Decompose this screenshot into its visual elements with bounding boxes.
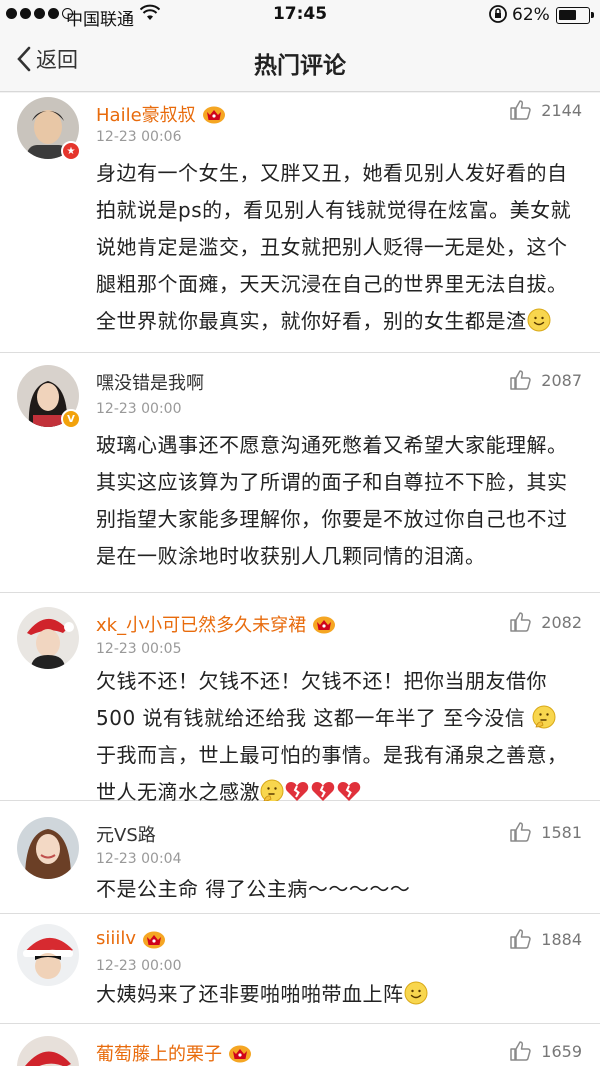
comment-text-body: 身边有一个女生，又胖又丑，她看见别人发好看的自拍就说是ps的，看见别人有钱就觉得… (96, 161, 572, 333)
nav-bar: 返回 热门评论 (0, 30, 600, 92)
thumbs-up-icon (509, 611, 533, 633)
avatar[interactable] (17, 1036, 79, 1066)
comment-item: 元VS路 12-23 00:04 1581 不是公主命 得了公主病～～～～～ (0, 801, 600, 914)
like-button[interactable]: 2087 (509, 369, 582, 391)
vip-crown-icon (202, 104, 226, 124)
verified-badge-icon: V (61, 409, 81, 429)
like-button[interactable]: 1884 (509, 928, 582, 950)
verified-badge-icon: ★ (61, 141, 81, 161)
thumbs-up-icon (509, 1040, 533, 1062)
thumbs-up-icon (509, 928, 533, 950)
comment-text: 身边有一个女生，又胖又丑，她看见别人发好看的自拍就说是ps的，看见别人有钱就觉得… (96, 155, 582, 340)
username-text: 嘿没错是我啊 (96, 373, 204, 394)
like-button[interactable]: 2144 (509, 99, 582, 121)
broken-heart-icon (284, 779, 310, 803)
like-button[interactable]: 2082 (509, 611, 582, 633)
battery-percent: 62% (512, 5, 550, 25)
thinking-emoji-icon (532, 705, 556, 729)
comment-date: 12-23 00:00 (96, 958, 182, 974)
vip-crown-icon (228, 1043, 252, 1063)
like-count: 2087 (541, 370, 582, 390)
comment-text: 大姨妈来了还非要啪啪啪带血上阵 (96, 976, 582, 1013)
like-button[interactable]: 1581 (509, 821, 582, 843)
comment-date: 12-23 00:06 (96, 129, 182, 145)
comment-item: 葡萄藤上的栗子 1659 (0, 1024, 600, 1066)
avatar[interactable] (17, 607, 79, 669)
username[interactable]: xk_小小可已然多久未穿裙 (96, 611, 336, 637)
username[interactable]: 元VS路 (96, 821, 156, 847)
username-text: xk_小小可已然多久未穿裙 (96, 615, 307, 636)
like-count: 2082 (541, 612, 582, 632)
thumbs-up-icon (509, 369, 533, 391)
like-count: 1884 (541, 929, 582, 949)
thumbs-up-icon (509, 99, 533, 121)
avatar[interactable] (17, 924, 79, 986)
comment-item: ★ Haile豪叔叔 12-23 00:06 2144 身边有一个女生，又胖又丑… (0, 93, 600, 353)
comment-text: 玻璃心遇事还不愿意沟通死憋着又希望大家能理解。其实这应该算为了所谓的面子和自尊拉… (96, 433, 568, 568)
vip-crown-icon (312, 614, 336, 634)
username[interactable]: siiilv (96, 928, 166, 949)
page-title: 热门评论 (254, 53, 346, 79)
username[interactable]: Haile豪叔叔 (96, 101, 226, 127)
comment-text-part-a: 欠钱不还！欠钱不还！欠钱不还！把你当朋友借你500 说有钱就给还给我 这都一年半… (96, 669, 547, 730)
comment-item: siiilv 12-23 00:00 1884 大姨妈来了还非要啪啪啪带血上阵 (0, 914, 600, 1024)
status-bar: 中国联通 17:45 62% (0, 0, 600, 30)
username[interactable]: 嘿没错是我啊 (96, 369, 204, 395)
comment-list: ★ Haile豪叔叔 12-23 00:06 2144 身边有一个女生，又胖又丑… (0, 93, 600, 1066)
smile-emoji-icon (527, 308, 551, 332)
broken-heart-icon (310, 779, 336, 803)
broken-heart-icon (336, 779, 362, 803)
avatar[interactable]: V (17, 365, 81, 429)
username-text: 葡萄藤上的栗子 (96, 1044, 222, 1065)
comment-text: 欠钱不还！欠钱不还！欠钱不还！把你当朋友借你500 说有钱就给还给我 这都一年半… (96, 663, 582, 811)
username-text: Haile豪叔叔 (96, 105, 196, 126)
smile-emoji-icon (404, 981, 428, 1005)
vip-crown-icon (142, 929, 166, 949)
like-button[interactable]: 1659 (509, 1040, 582, 1062)
like-count: 1581 (541, 822, 582, 842)
username[interactable]: 葡萄藤上的栗子 (96, 1040, 252, 1066)
battery-icon (556, 7, 594, 24)
comment-item: V 嘿没错是我啊 12-23 00:00 2087 玻璃心遇事还不愿意沟通死憋着… (0, 353, 600, 593)
avatar[interactable]: ★ (17, 97, 81, 161)
comment-date: 12-23 00:04 (96, 851, 182, 867)
username-text: siiilv (96, 928, 137, 949)
avatar[interactable] (17, 817, 79, 879)
like-count: 1659 (541, 1041, 582, 1061)
comment-date: 12-23 00:05 (96, 641, 182, 657)
thinking-emoji-icon (260, 779, 284, 803)
comment-item: xk_小小可已然多久未穿裙 12-23 00:05 2082 欠钱不还！欠钱不还… (0, 593, 600, 804)
thumbs-up-icon (509, 821, 533, 843)
comment-text: 不是公主命 得了公主病～～～～～ (96, 877, 411, 901)
comment-text-body: 大姨妈来了还非要啪啪啪带血上阵 (96, 982, 404, 1006)
clock: 17:45 (272, 4, 328, 24)
rotation-lock-icon (488, 4, 508, 29)
comment-date: 12-23 00:00 (96, 401, 182, 417)
like-count: 2144 (541, 100, 582, 120)
username-text: 元VS路 (96, 825, 156, 846)
